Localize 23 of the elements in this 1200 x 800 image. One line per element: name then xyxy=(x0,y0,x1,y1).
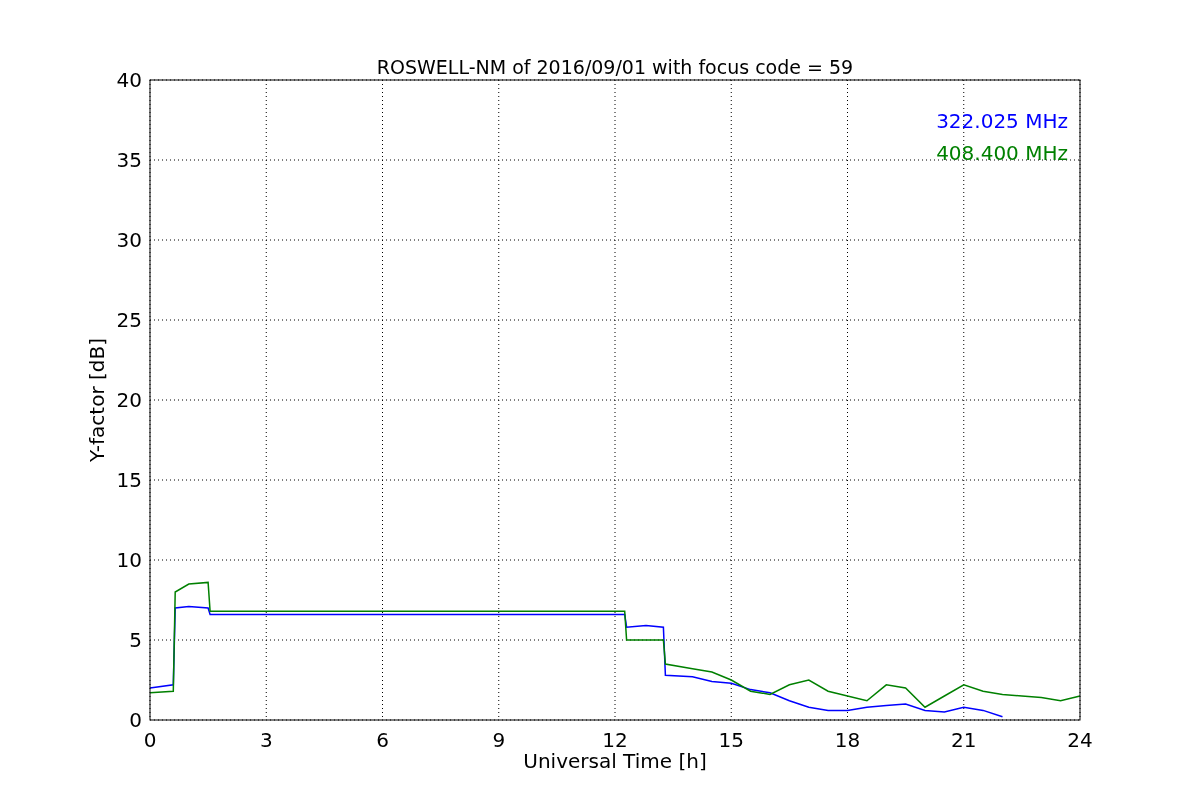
y-tick-label: 15 xyxy=(116,468,142,492)
x-tick-label: 0 xyxy=(143,728,157,752)
x-tick-label: 15 xyxy=(718,728,744,752)
x-tick-label: 18 xyxy=(834,728,861,752)
y-tick-label: 40 xyxy=(116,68,142,92)
y-tick-label: 35 xyxy=(116,148,142,172)
x-tick-label: 12 xyxy=(602,728,628,752)
x-tick-label: 3 xyxy=(259,728,273,752)
legend-label: 322.025 MHz xyxy=(936,109,1068,133)
y-tick-label: 25 xyxy=(116,308,142,332)
legend-label: 408.400 MHz xyxy=(936,141,1068,165)
x-tick-label: 6 xyxy=(376,728,389,752)
x-tick-label: 21 xyxy=(951,728,977,752)
y-tick-label: 20 xyxy=(116,388,142,412)
x-axis-label: Universal Time [h] xyxy=(523,749,707,773)
y-axis-label: Y-factor [dB] xyxy=(85,338,109,462)
y-tick-label: 0 xyxy=(129,708,142,732)
chart-title: ROSWELL-NM of 2016/09/01 with focus code = 59 xyxy=(376,56,854,78)
y-tick-label: 30 xyxy=(116,228,142,252)
x-tick-label: 9 xyxy=(492,728,506,752)
y-tick-label: 10 xyxy=(116,548,142,572)
y-tick-label: 5 xyxy=(129,628,142,652)
x-tick-label: 24 xyxy=(1067,728,1093,752)
